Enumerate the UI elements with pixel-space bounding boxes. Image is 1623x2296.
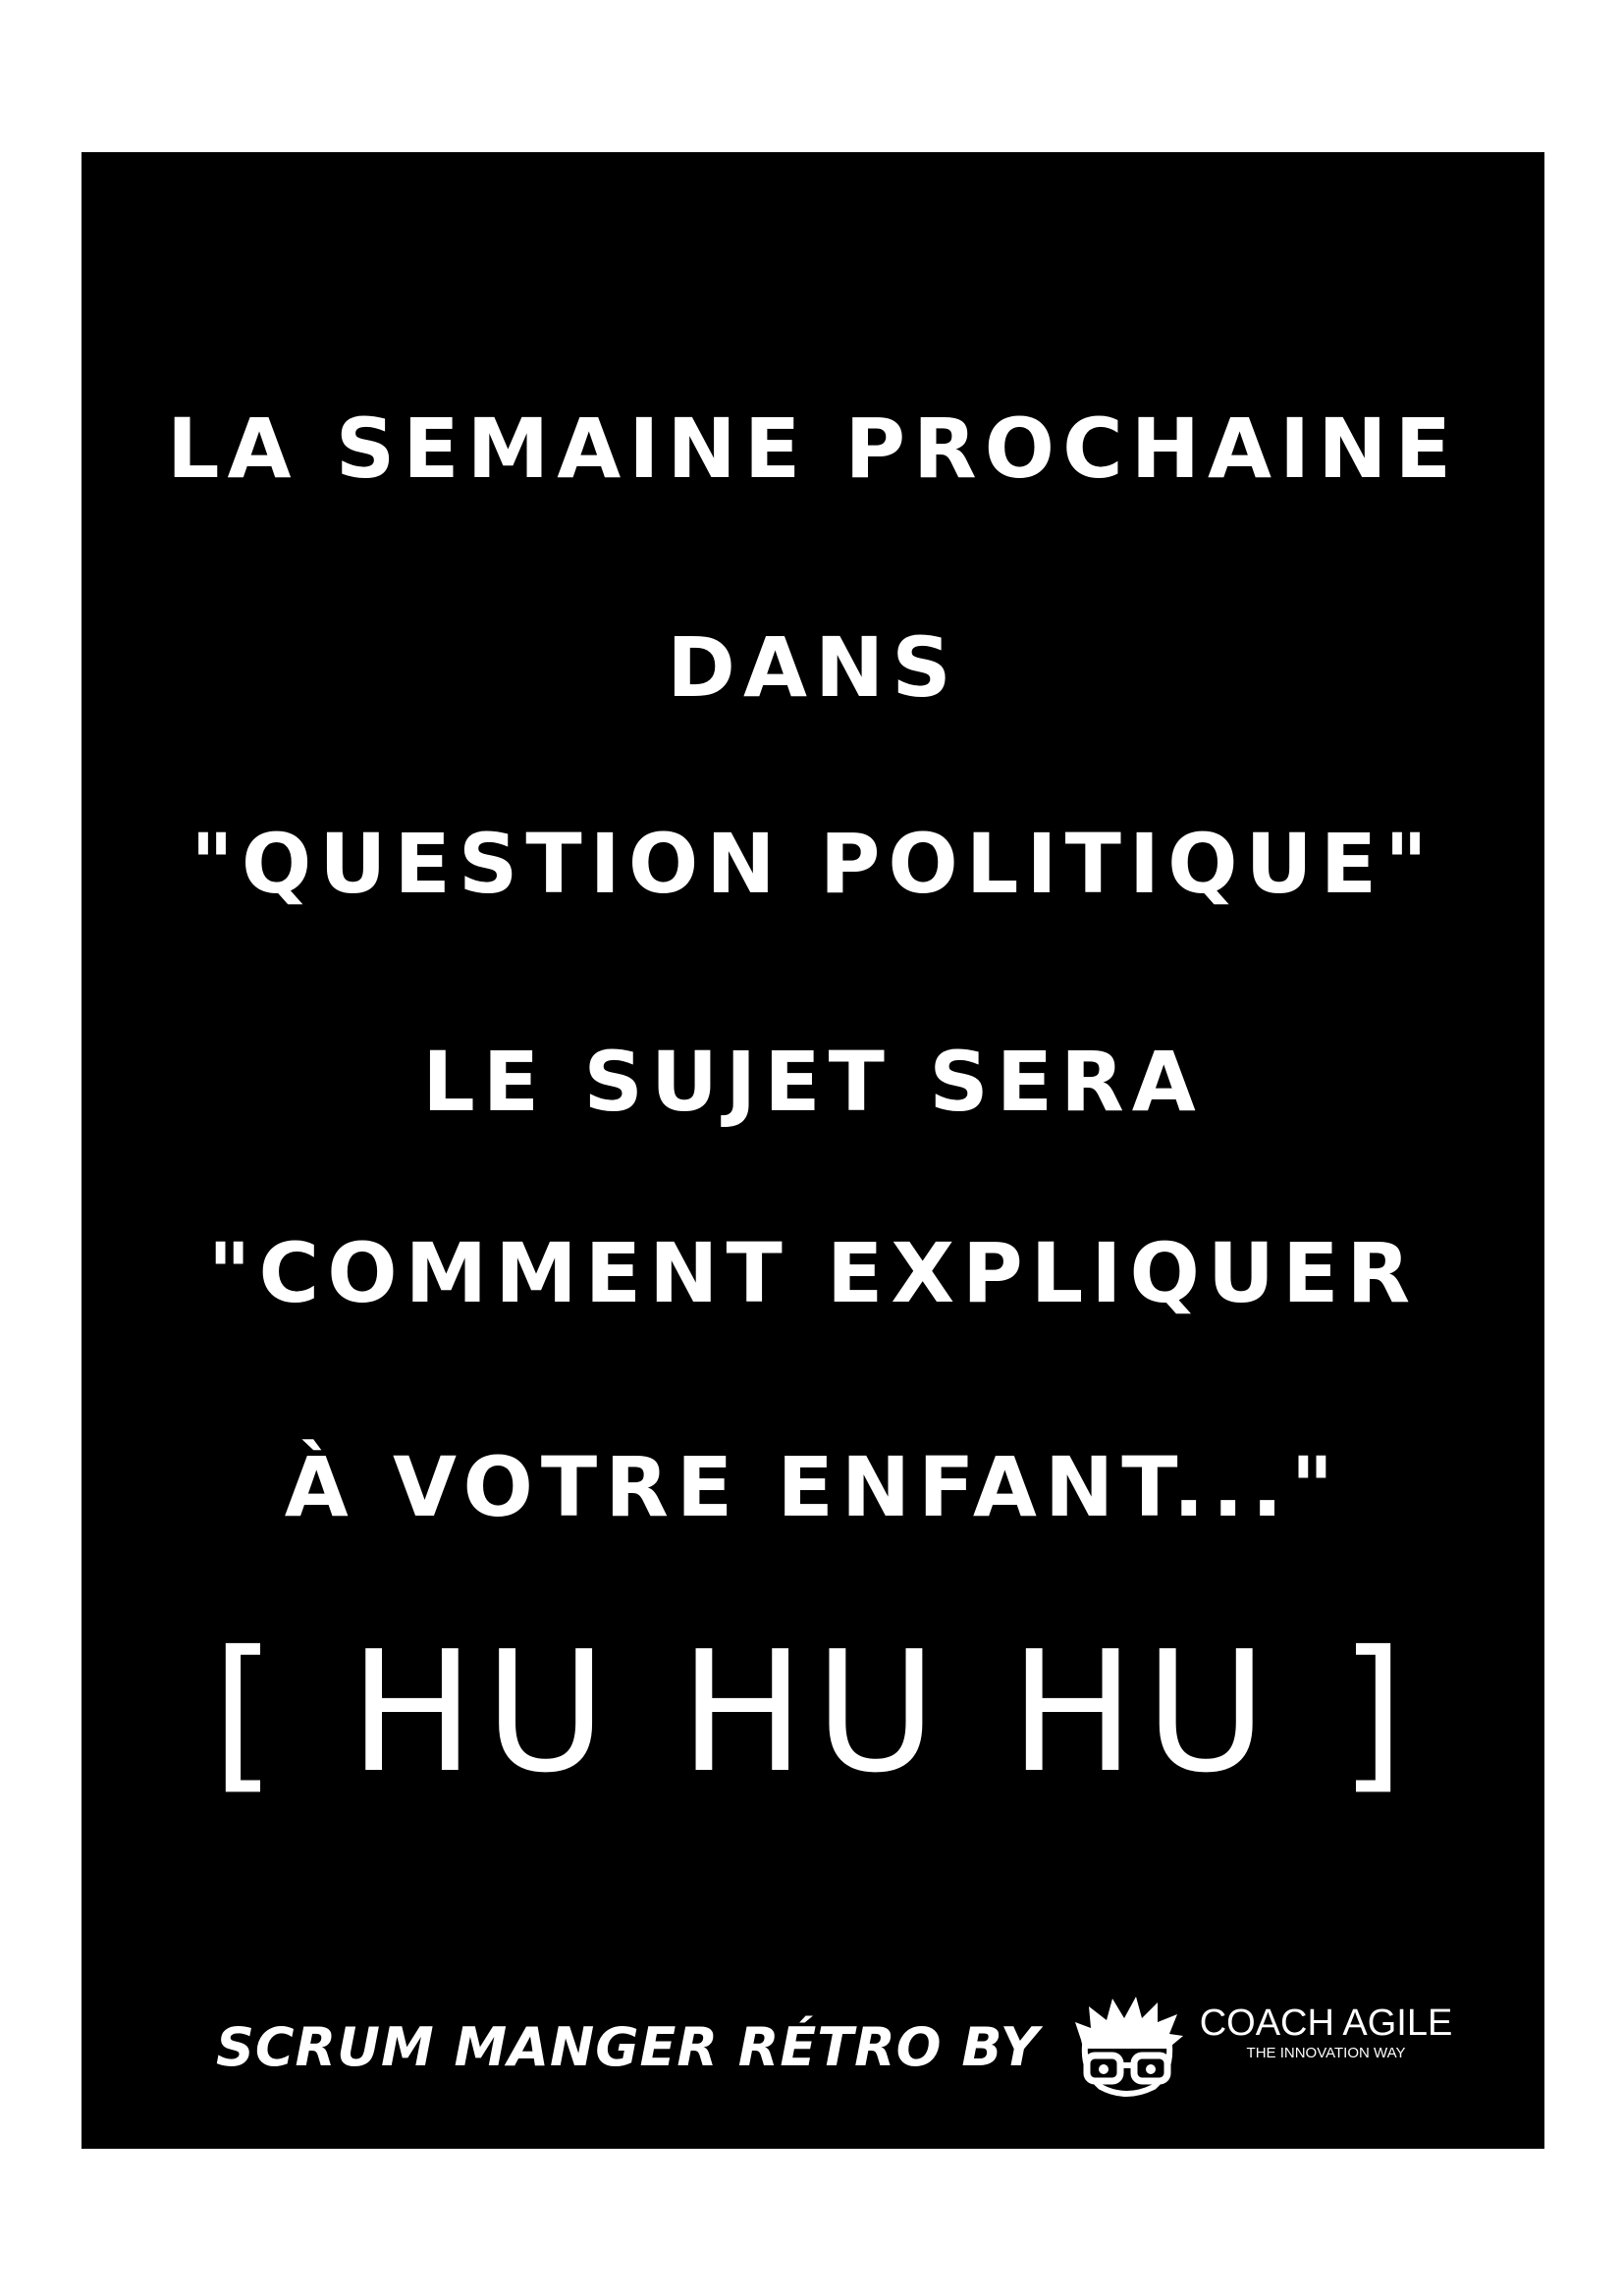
headline-line-5: "COMMENT EXPLIQUER [207, 1225, 1419, 1321]
credit-text: SCRUM MANGER RÉTRO BY [216, 2015, 1040, 2078]
coach-agile-logo: COACH AGILE THE INNOVATION WAY [1061, 1993, 1453, 2101]
headline-line-6: À VOTRE ENFANT..." [284, 1439, 1342, 1535]
poster: LA SEMAINE PROCHAINE DANS "QUESTION POLI… [81, 152, 1544, 2149]
brand-tagline: THE INNOVATION WAY [1246, 2044, 1406, 2061]
headline-line-4: LE SUJET SERA [422, 1034, 1204, 1130]
headline-line-1: LA SEMAINE PROCHAINE [167, 400, 1459, 497]
glasses-face-icon [1074, 1997, 1183, 2097]
brand-text: COACH AGILE THE INNOVATION WAY [1200, 2004, 1453, 2060]
headline-line-2: DANS [667, 619, 959, 716]
headline-line-3: "QUESTION POLITIQUE" [190, 816, 1435, 912]
brand-name: COACH AGILE [1199, 2002, 1453, 2044]
footer-credit: SCRUM MANGER RÉTRO BY COACH AGILE THE IN… [216, 1993, 1452, 2101]
punchline: [ HU HU HU ] [211, 1616, 1415, 1810]
